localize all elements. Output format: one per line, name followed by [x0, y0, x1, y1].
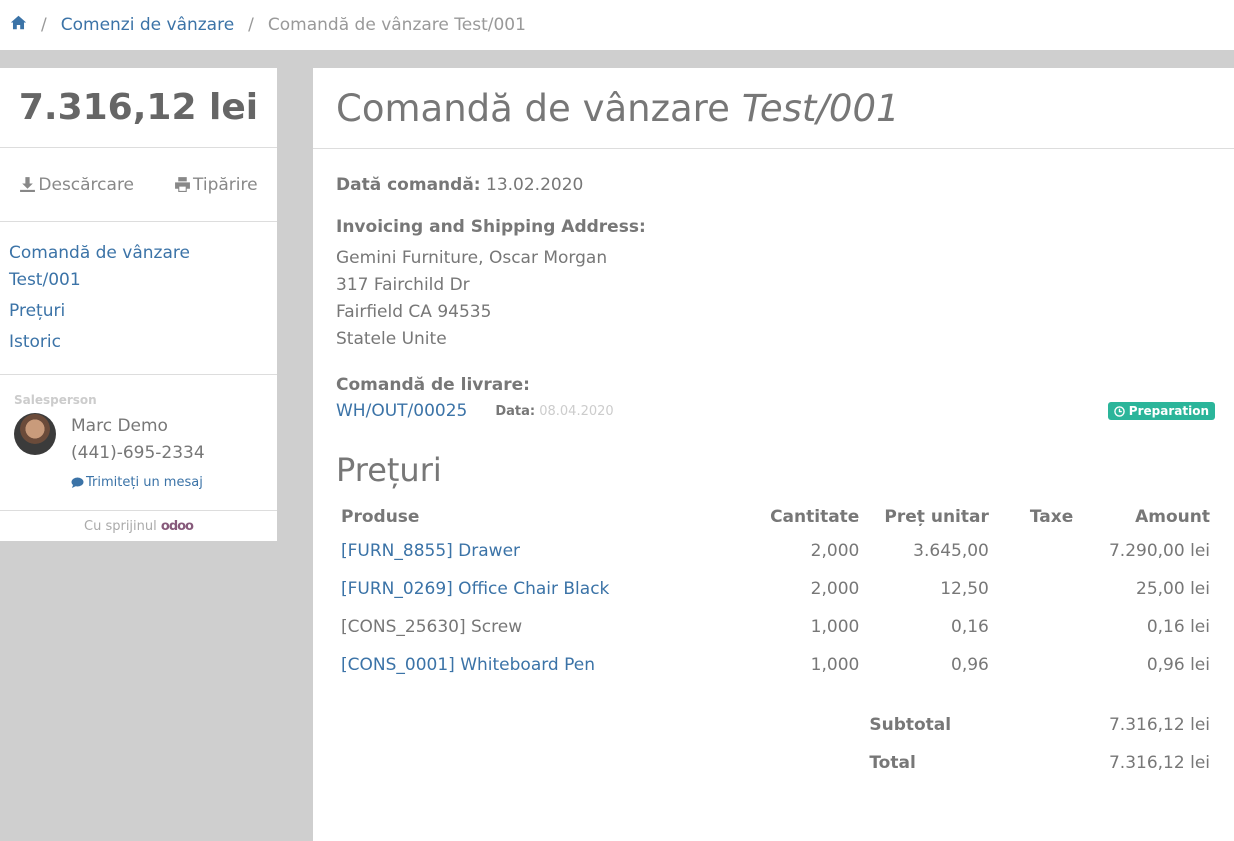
send-message-link[interactable]: Trimiteți un mesaj	[71, 469, 205, 496]
line-unit-price: 0,96	[951, 655, 989, 675]
column-header-taxes: Taxe	[1029, 507, 1074, 527]
subtotal-row: Subtotal 7.316,12 lei	[336, 693, 1215, 753]
prices-section-title: Prețuri	[336, 451, 442, 489]
download-label: Descărcare	[38, 174, 135, 195]
total-row: Total 7.316,12 lei	[336, 753, 1215, 791]
line-amount: 0,16 lei	[1146, 617, 1210, 637]
line-taxes	[994, 541, 1089, 579]
delivery-date: Data: 08.04.2020	[495, 404, 613, 419]
page-title-prefix: Comandă de vânzare	[336, 86, 730, 130]
powered-by-label: Cu sprijinul	[84, 519, 157, 534]
address-line: 317 Fairchild Dr	[336, 275, 470, 295]
powered-by: Cu sprijinul odoo	[0, 511, 277, 534]
print-label: Tipărire	[193, 174, 258, 195]
sidebar-item-prices[interactable]: Prețuri	[9, 298, 268, 325]
line-amount: 0,96 lei	[1146, 655, 1210, 675]
download-icon	[20, 177, 36, 192]
subtotal-value: 7.316,12 lei	[1108, 715, 1210, 735]
sidebar-actions: Descărcare Tipărire	[0, 148, 277, 222]
product-link[interactable]: [FURN_8855] Drawer	[341, 541, 520, 561]
sidebar-nav: Comandă de vânzare Test/001 Prețuri Isto…	[0, 222, 277, 375]
total-value: 7.316,12 lei	[1108, 753, 1210, 773]
sidebar-item-label: Test/001	[9, 270, 81, 290]
column-header-amount: Amount	[1135, 507, 1210, 527]
line-quantity: 2,000	[810, 579, 860, 599]
salesperson-label: Salesperson	[14, 393, 97, 407]
sidebar-item-label: Comandă de vânzare	[9, 243, 190, 263]
download-button[interactable]: Descărcare	[19, 175, 134, 195]
breadcrumb-link-orders[interactable]: Comenzi de vânzare	[61, 15, 234, 35]
line-amount: 25,00 lei	[1136, 579, 1210, 599]
line-unit-price: 0,16	[951, 617, 989, 637]
line-quantity: 2,000	[810, 541, 860, 561]
address-line: Fairfield CA 94535	[336, 302, 492, 322]
page-title-ref: Test/001	[741, 86, 900, 130]
line-amount: 7.290,00 lei	[1108, 541, 1210, 561]
column-header-quantity: Cantitate	[770, 507, 860, 527]
salesperson-phone: (441)-695-2334	[71, 443, 205, 463]
delivery-order-link[interactable]: WH/OUT/00025	[336, 401, 467, 421]
product-name: [CONS_25630] Screw	[341, 617, 523, 637]
chat-bubble-icon	[71, 477, 84, 488]
print-icon	[175, 177, 190, 192]
total-label: Total	[869, 753, 916, 773]
home-icon[interactable]	[10, 14, 27, 36]
column-header-unit-price: Preț unitar	[884, 507, 989, 527]
print-button[interactable]: Tipărire	[174, 175, 258, 195]
table-row: [CONS_0001] Whiteboard Pen 1,000 0,96 0,…	[336, 655, 1215, 693]
page-title: Comandă de vânzare Test/001	[313, 68, 1234, 149]
sidebar: 7.316,12 lei Descărcare Tipărire Comandă…	[0, 68, 277, 541]
subtotal-label: Subtotal	[869, 715, 952, 735]
line-unit-price: 3.645,00	[913, 541, 989, 561]
status-badge: Preparation	[1107, 402, 1215, 420]
salesperson-card: Salesperson Marc Demo (441)-695-2334 Tri…	[0, 375, 277, 511]
order-lines-table: Produse Cantitate Preț unitar Taxe Amoun…	[336, 507, 1215, 791]
address-line: Statele Unite	[336, 329, 447, 349]
breadcrumb-current: Comandă de vânzare Test/001	[267, 15, 526, 35]
clock-icon	[1114, 405, 1125, 417]
address-block: Invoicing and Shipping Address: Gemini F…	[336, 217, 1215, 353]
table-row: [FURN_8855] Drawer 2,000 3.645,00 7.290,…	[336, 541, 1215, 579]
breadcrumb-separator: /	[248, 15, 254, 35]
send-message-label: Trimiteți un mesaj	[86, 475, 203, 490]
table-header-row: Produse Cantitate Preț unitar Taxe Amoun…	[336, 507, 1215, 541]
line-taxes	[994, 579, 1089, 617]
sidebar-item-order[interactable]: Comandă de vânzare Test/001	[9, 240, 268, 294]
line-taxes	[994, 617, 1089, 655]
breadcrumb: / Comenzi de vânzare / Comandă de vânzar…	[0, 0, 1234, 50]
status-badge-label: Preparation	[1128, 404, 1209, 418]
line-unit-price: 12,50	[940, 579, 989, 599]
delivery-date-value: 08.04.2020	[539, 403, 614, 419]
delivery-date-label: Data:	[495, 403, 536, 419]
product-link[interactable]: [FURN_0269] Office Chair Black	[341, 579, 609, 599]
order-date: Dată comandă: 13.02.2020	[336, 175, 1215, 195]
breadcrumb-separator: /	[41, 15, 47, 35]
salesperson-name: Marc Demo	[71, 416, 168, 436]
order-date-label: Dată comandă:	[336, 175, 481, 195]
order-date-value: 13.02.2020	[486, 175, 584, 195]
line-quantity: 1,000	[810, 617, 860, 637]
column-header-product: Produse	[341, 507, 420, 527]
avatar	[14, 413, 56, 455]
address-label: Invoicing and Shipping Address:	[336, 217, 646, 237]
delivery-block: Comandă de livrare: WH/OUT/00025 Data: 0…	[336, 375, 1215, 421]
product-link[interactable]: [CONS_0001] Whiteboard Pen	[341, 655, 595, 675]
line-quantity: 1,000	[810, 655, 860, 675]
table-row: [CONS_25630] Screw 1,000 0,16 0,16 lei	[336, 617, 1215, 655]
table-row: [FURN_0269] Office Chair Black 2,000 12,…	[336, 579, 1215, 617]
odoo-logo: odoo	[160, 519, 194, 534]
delivery-label: Comandă de livrare:	[336, 375, 530, 395]
order-panel: Comandă de vânzare Test/001 Dată comandă…	[313, 68, 1234, 841]
line-taxes	[994, 655, 1089, 693]
address-line: Gemini Furniture, Oscar Morgan	[336, 248, 608, 268]
order-total-amount: 7.316,12 lei	[0, 68, 277, 148]
sidebar-item-history[interactable]: Istoric	[9, 329, 268, 356]
